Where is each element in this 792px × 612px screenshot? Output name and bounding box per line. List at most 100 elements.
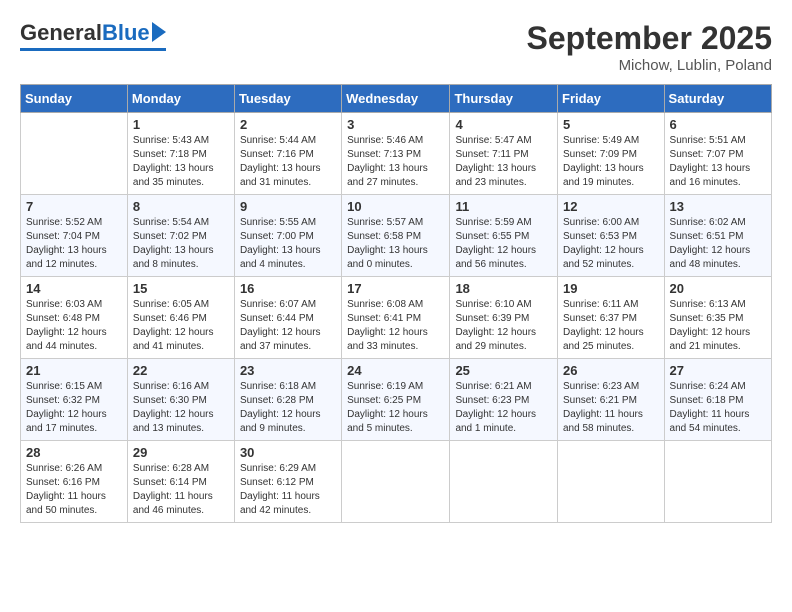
calendar-day-cell: 4 Sunrise: 5:47 AMSunset: 7:11 PMDaylight… bbox=[450, 113, 558, 195]
day-info: Sunrise: 6:15 AMSunset: 6:32 PMDaylight:… bbox=[26, 380, 122, 436]
location-label: Michow, Lublin, Poland bbox=[527, 57, 772, 74]
day-info: Sunrise: 5:59 AMSunset: 6:55 PMDaylight:… bbox=[455, 216, 552, 272]
calendar-day-cell: 12 Sunrise: 6:00 AMSunset: 6:53 PMDayligh… bbox=[558, 195, 665, 277]
day-number: 13 bbox=[670, 199, 766, 214]
day-number: 21 bbox=[26, 363, 122, 378]
calendar-day-cell: 22Sunrise: 6:16 AMSunset: 6:30 PMDayligh… bbox=[127, 359, 234, 441]
day-info: Sunrise: 5:43 AMSunset: 7:18 PMDaylight:… bbox=[133, 134, 229, 190]
calendar-day-cell: 26 Sunrise: 6:23 AMSunset: 6:21 PMDayligh… bbox=[558, 359, 665, 441]
calendar-day-cell: 18 Sunrise: 6:10 AMSunset: 6:39 PMDayligh… bbox=[450, 277, 558, 359]
day-info: Sunrise: 5:44 AMSunset: 7:16 PMDaylight:… bbox=[240, 134, 336, 190]
calendar-day-cell: 30 Sunrise: 6:29 AMSunset: 6:12 PMDayligh… bbox=[234, 441, 341, 523]
calendar-table: SundayMondayTuesdayWednesdayThursdayFrid… bbox=[20, 84, 772, 523]
calendar-day-cell: 14Sunrise: 6:03 AMSunset: 6:48 PMDayligh… bbox=[21, 277, 128, 359]
weekday-header: Thursday bbox=[450, 85, 558, 113]
calendar-day-cell: 9 Sunrise: 5:55 AMSunset: 7:00 PMDaylight… bbox=[234, 195, 341, 277]
calendar-week-row: 28Sunrise: 6:26 AMSunset: 6:16 PMDayligh… bbox=[21, 441, 772, 523]
calendar-day-cell: 19 Sunrise: 6:11 AMSunset: 6:37 PMDayligh… bbox=[558, 277, 665, 359]
weekday-header: Tuesday bbox=[234, 85, 341, 113]
day-number: 29 bbox=[133, 445, 229, 460]
logo-text: GeneralBlue bbox=[20, 20, 166, 46]
day-number: 16 bbox=[240, 281, 336, 296]
weekday-header: Friday bbox=[558, 85, 665, 113]
day-number: 3 bbox=[347, 117, 444, 132]
day-info: Sunrise: 6:10 AMSunset: 6:39 PMDaylight:… bbox=[455, 298, 552, 354]
day-number: 8 bbox=[133, 199, 229, 214]
calendar-day-cell: 7 Sunrise: 5:52 AMSunset: 7:04 PMDaylight… bbox=[21, 195, 128, 277]
day-number: 19 bbox=[563, 281, 659, 296]
day-number: 20 bbox=[670, 281, 766, 296]
calendar-week-row: 14Sunrise: 6:03 AMSunset: 6:48 PMDayligh… bbox=[21, 277, 772, 359]
day-number: 9 bbox=[240, 199, 336, 214]
day-number: 4 bbox=[455, 117, 552, 132]
month-title: September 2025 bbox=[527, 20, 772, 57]
calendar-week-row: 21 Sunrise: 6:15 AMSunset: 6:32 PMDayligh… bbox=[21, 359, 772, 441]
calendar-header-row: SundayMondayTuesdayWednesdayThursdayFrid… bbox=[21, 85, 772, 113]
calendar-day-cell: 11 Sunrise: 5:59 AMSunset: 6:55 PMDayligh… bbox=[450, 195, 558, 277]
calendar-day-cell: 29 Sunrise: 6:28 AMSunset: 6:14 PMDayligh… bbox=[127, 441, 234, 523]
day-info: Sunrise: 6:07 AMSunset: 6:44 PMDaylight:… bbox=[240, 298, 336, 354]
day-info: Sunrise: 6:21 AMSunset: 6:23 PMDaylight:… bbox=[455, 380, 552, 436]
day-info: Sunrise: 5:51 AMSunset: 7:07 PMDaylight:… bbox=[670, 134, 766, 190]
day-number: 2 bbox=[240, 117, 336, 132]
day-info: Sunrise: 5:57 AMSunset: 6:58 PMDaylight:… bbox=[347, 216, 444, 272]
calendar-day-cell: 10Sunrise: 5:57 AMSunset: 6:58 PMDayligh… bbox=[342, 195, 450, 277]
day-info: Sunrise: 6:28 AMSunset: 6:14 PMDaylight:… bbox=[133, 462, 229, 518]
logo-general: General bbox=[20, 20, 102, 46]
day-number: 25 bbox=[455, 363, 552, 378]
day-info: Sunrise: 6:16 AMSunset: 6:30 PMDaylight:… bbox=[133, 380, 229, 436]
day-info: Sunrise: 6:19 AMSunset: 6:25 PMDaylight:… bbox=[347, 380, 444, 436]
calendar-day-cell: 8 Sunrise: 5:54 AMSunset: 7:02 PMDaylight… bbox=[127, 195, 234, 277]
day-number: 30 bbox=[240, 445, 336, 460]
logo-arrow-icon bbox=[152, 22, 166, 42]
day-info: Sunrise: 6:08 AMSunset: 6:41 PMDaylight:… bbox=[347, 298, 444, 354]
weekday-header: Monday bbox=[127, 85, 234, 113]
calendar-day-cell: 23 Sunrise: 6:18 AMSunset: 6:28 PMDayligh… bbox=[234, 359, 341, 441]
day-number: 26 bbox=[563, 363, 659, 378]
calendar-day-cell: 1Sunrise: 5:43 AMSunset: 7:18 PMDaylight… bbox=[127, 113, 234, 195]
day-number: 12 bbox=[563, 199, 659, 214]
day-number: 15 bbox=[133, 281, 229, 296]
calendar-day-cell: 3 Sunrise: 5:46 AMSunset: 7:13 PMDaylight… bbox=[342, 113, 450, 195]
day-number: 28 bbox=[26, 445, 122, 460]
day-number: 7 bbox=[26, 199, 122, 214]
day-number: 6 bbox=[670, 117, 766, 132]
calendar-day-cell: 16 Sunrise: 6:07 AMSunset: 6:44 PMDayligh… bbox=[234, 277, 341, 359]
calendar-week-row: 7 Sunrise: 5:52 AMSunset: 7:04 PMDaylight… bbox=[21, 195, 772, 277]
day-info: Sunrise: 6:23 AMSunset: 6:21 PMDaylight:… bbox=[563, 380, 659, 436]
day-number: 5 bbox=[563, 117, 659, 132]
calendar-day-cell: 24Sunrise: 6:19 AMSunset: 6:25 PMDayligh… bbox=[342, 359, 450, 441]
day-number: 23 bbox=[240, 363, 336, 378]
day-info: Sunrise: 6:29 AMSunset: 6:12 PMDaylight:… bbox=[240, 462, 336, 518]
calendar-day-cell bbox=[664, 441, 771, 523]
calendar-day-cell: 13 Sunrise: 6:02 AMSunset: 6:51 PMDayligh… bbox=[664, 195, 771, 277]
day-info: Sunrise: 6:03 AMSunset: 6:48 PMDaylight:… bbox=[26, 298, 122, 354]
day-info: Sunrise: 5:55 AMSunset: 7:00 PMDaylight:… bbox=[240, 216, 336, 272]
day-info: Sunrise: 6:18 AMSunset: 6:28 PMDaylight:… bbox=[240, 380, 336, 436]
day-number: 18 bbox=[455, 281, 552, 296]
calendar-day-cell bbox=[558, 441, 665, 523]
day-number: 27 bbox=[670, 363, 766, 378]
calendar-day-cell: 28Sunrise: 6:26 AMSunset: 6:16 PMDayligh… bbox=[21, 441, 128, 523]
day-info: Sunrise: 5:54 AMSunset: 7:02 PMDaylight:… bbox=[133, 216, 229, 272]
day-info: Sunrise: 5:49 AMSunset: 7:09 PMDaylight:… bbox=[563, 134, 659, 190]
day-info: Sunrise: 6:11 AMSunset: 6:37 PMDaylight:… bbox=[563, 298, 659, 354]
day-info: Sunrise: 6:02 AMSunset: 6:51 PMDaylight:… bbox=[670, 216, 766, 272]
calendar-day-cell: 21 Sunrise: 6:15 AMSunset: 6:32 PMDayligh… bbox=[21, 359, 128, 441]
day-info: Sunrise: 6:00 AMSunset: 6:53 PMDaylight:… bbox=[563, 216, 659, 272]
calendar-day-cell: 5 Sunrise: 5:49 AMSunset: 7:09 PMDaylight… bbox=[558, 113, 665, 195]
calendar-week-row: 1Sunrise: 5:43 AMSunset: 7:18 PMDaylight… bbox=[21, 113, 772, 195]
calendar-day-cell: 15 Sunrise: 6:05 AMSunset: 6:46 PMDayligh… bbox=[127, 277, 234, 359]
day-info: Sunrise: 5:46 AMSunset: 7:13 PMDaylight:… bbox=[347, 134, 444, 190]
day-number: 11 bbox=[455, 199, 552, 214]
calendar-day-cell: 2 Sunrise: 5:44 AMSunset: 7:16 PMDaylight… bbox=[234, 113, 341, 195]
logo-underline bbox=[20, 48, 166, 51]
day-info: Sunrise: 5:52 AMSunset: 7:04 PMDaylight:… bbox=[26, 216, 122, 272]
weekday-header: Saturday bbox=[664, 85, 771, 113]
day-info: Sunrise: 5:47 AMSunset: 7:11 PMDaylight:… bbox=[455, 134, 552, 190]
page-header: GeneralBlue September 2025 Michow, Lubli… bbox=[20, 20, 772, 74]
day-info: Sunrise: 6:13 AMSunset: 6:35 PMDaylight:… bbox=[670, 298, 766, 354]
day-info: Sunrise: 6:05 AMSunset: 6:46 PMDaylight:… bbox=[133, 298, 229, 354]
weekday-header: Sunday bbox=[21, 85, 128, 113]
weekday-header: Wednesday bbox=[342, 85, 450, 113]
